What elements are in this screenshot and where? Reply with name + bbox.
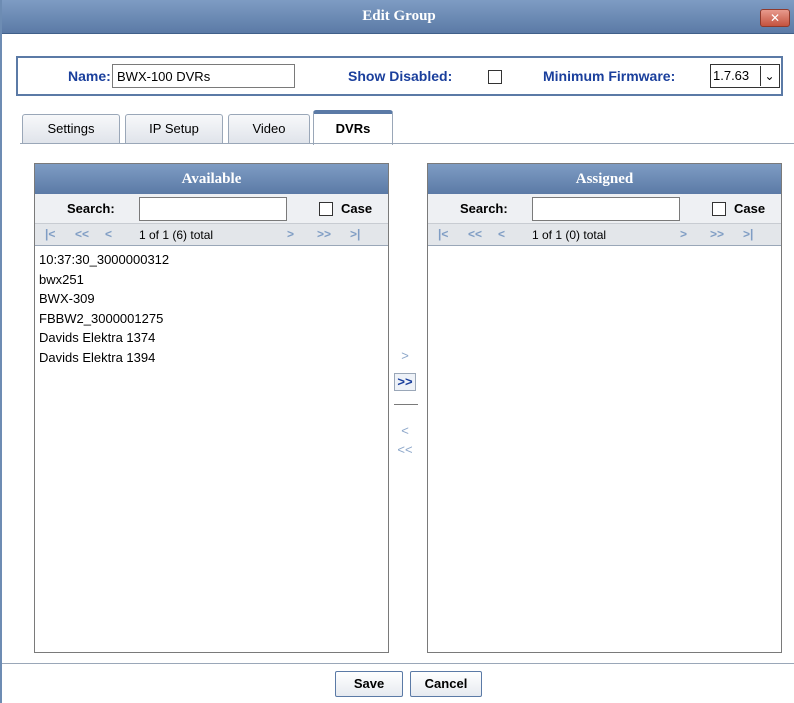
list-item[interactable]: Davids Elektra 1394 — [39, 348, 384, 368]
tab-label: IP Setup — [149, 121, 199, 136]
chevron-left-icon: < — [401, 423, 409, 438]
assigned-case-label: Case — [734, 201, 766, 216]
tab-label: Settings — [47, 121, 95, 136]
tab-label: Video — [252, 121, 286, 136]
list-item[interactable]: bwx251 — [39, 270, 384, 290]
next-page-icon[interactable]: > — [680, 227, 687, 241]
list-item[interactable]: 10:37:30_3000000312 — [39, 250, 384, 270]
next-page-icon[interactable]: > — [287, 227, 294, 241]
close-icon: ✕ — [769, 11, 781, 25]
show-disabled-checkbox[interactable] — [488, 70, 502, 84]
minimum-firmware-select[interactable]: 1.7.63 ⌄ — [710, 64, 780, 88]
assigned-header: Assigned — [428, 164, 781, 194]
available-case-label: Case — [341, 201, 373, 216]
available-pager: |< << < 1 of 1 (6) total > >> >| — [35, 224, 388, 246]
assigned-search-input[interactable] — [532, 197, 680, 221]
add-all-button[interactable]: >> — [394, 373, 416, 391]
available-search-row: Search: Case — [35, 194, 388, 224]
assigned-pager: |< << < 1 of 1 (0) total > >> >| — [428, 224, 781, 246]
close-button[interactable]: ✕ — [760, 9, 790, 27]
assigned-items — [428, 246, 781, 254]
available-case-checkbox[interactable] — [319, 202, 333, 216]
double-chevron-left-icon: << — [397, 442, 413, 457]
name-label: Name: — [68, 68, 111, 84]
chevron-down-icon: ⌄ — [760, 66, 778, 86]
remove-all-button[interactable]: << — [394, 442, 416, 460]
prev-page-block-icon[interactable]: << — [75, 227, 89, 241]
list-item[interactable]: Davids Elektra 1374 — [39, 328, 384, 348]
tab-label: DVRs — [335, 121, 371, 136]
save-button[interactable]: Save — [335, 671, 403, 697]
next-page-block-icon[interactable]: >> — [710, 227, 724, 241]
list-item[interactable]: FBBW2_3000001275 — [39, 309, 384, 329]
assigned-search-label: Search: — [460, 201, 508, 216]
last-page-icon[interactable]: >| — [743, 227, 753, 241]
group-name-input[interactable] — [112, 64, 295, 88]
group-filter-bar: Name: Show Disabled: Minimum Firmware: 1… — [16, 56, 783, 96]
edit-group-dialog: Edit Group ✕ Name: Show Disabled: Minimu… — [0, 0, 794, 703]
prev-page-icon[interactable]: < — [105, 227, 112, 241]
tab-settings[interactable]: Settings — [22, 114, 120, 144]
tab-ip-setup[interactable]: IP Setup — [125, 114, 223, 144]
assigned-list-panel: Assigned Search: Case |< << < 1 of 1 (0)… — [427, 163, 782, 653]
assigned-pager-info: 1 of 1 (0) total — [532, 228, 607, 242]
minimum-firmware-label: Minimum Firmware: — [543, 68, 676, 84]
chevron-right-icon: > — [401, 348, 409, 363]
first-page-icon[interactable]: |< — [438, 227, 448, 241]
add-selected-button[interactable]: > — [394, 348, 416, 366]
list-item[interactable]: BWX-309 — [39, 289, 384, 309]
remove-selected-button[interactable]: < — [394, 423, 416, 441]
double-chevron-right-icon: >> — [397, 374, 413, 389]
prev-page-block-icon[interactable]: << — [468, 227, 482, 241]
tab-video[interactable]: Video — [228, 114, 310, 144]
next-page-block-icon[interactable]: >> — [317, 227, 331, 241]
dialog-title: Edit Group — [362, 8, 436, 24]
first-page-icon[interactable]: |< — [45, 227, 55, 241]
minimum-firmware-value: 1.7.63 — [713, 68, 750, 83]
assigned-case-checkbox[interactable] — [712, 202, 726, 216]
assigned-search-row: Search: Case — [428, 194, 781, 224]
available-items: 10:37:30_3000000312 bwx251 BWX-309 FBBW2… — [35, 246, 388, 371]
available-pager-info: 1 of 1 (6) total — [139, 228, 214, 242]
show-disabled-label: Show Disabled: — [348, 68, 453, 84]
prev-page-icon[interactable]: < — [498, 227, 505, 241]
available-search-input[interactable] — [139, 197, 287, 221]
move-buttons-divider — [394, 404, 418, 405]
tab-dvrs[interactable]: DVRs — [313, 110, 393, 145]
dialog-titlebar: Edit Group ✕ — [2, 0, 794, 34]
available-list-panel: Available Search: Case |< << < 1 of 1 (6… — [34, 163, 389, 653]
last-page-icon[interactable]: >| — [350, 227, 360, 241]
available-search-label: Search: — [67, 201, 115, 216]
available-header: Available — [35, 164, 388, 194]
dialog-footer: Save Cancel — [2, 663, 794, 703]
cancel-button[interactable]: Cancel — [410, 671, 482, 697]
